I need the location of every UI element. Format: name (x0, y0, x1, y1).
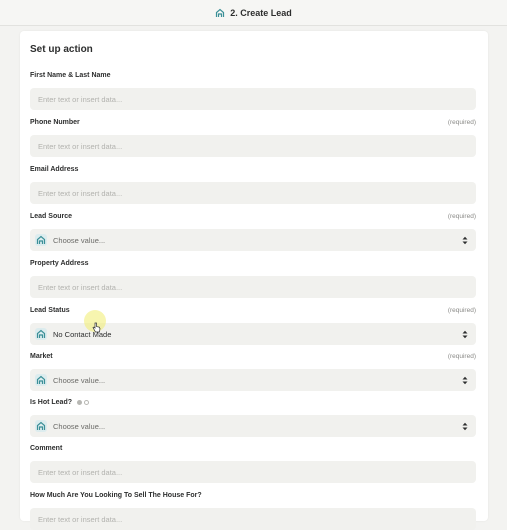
field-label: How Much Are You Looking To Sell The Hou… (30, 491, 202, 499)
field-comment: Comment Enter text or insert data... (30, 442, 476, 483)
chevron-up-down-icon (462, 236, 468, 245)
home-icon (35, 234, 47, 246)
is-hot-lead-select[interactable]: Choose value... (30, 415, 476, 437)
select-value: Choose value... (53, 235, 106, 245)
field-label: Market (30, 352, 53, 360)
step-header: 2. Create Lead (0, 0, 507, 26)
required-tag: (required) (447, 118, 476, 126)
field-label: Property Address (30, 259, 89, 267)
field-phone-number: Phone Number (required) Enter text or in… (30, 116, 476, 157)
dot-outline-icon (84, 399, 90, 405)
required-tag: (required) (447, 352, 476, 360)
field-label: Comment (30, 444, 63, 452)
field-hint-dots (77, 399, 91, 405)
home-icon (35, 328, 47, 340)
home-icon (215, 8, 225, 18)
dot-icon (77, 399, 83, 405)
asking-price-input[interactable]: Enter text or insert data... (30, 508, 476, 530)
field-asking-price: How Much Are You Looking To Sell The Hou… (30, 489, 476, 530)
field-label: Phone Number (30, 118, 80, 126)
required-tag: (required) (447, 212, 476, 220)
field-label: Lead Status (30, 306, 70, 314)
hand-cursor-icon (92, 320, 101, 338)
field-is-hot-lead: Is Hot Lead? Choose value... (30, 396, 476, 437)
property-address-input[interactable]: Enter text or insert data... (30, 276, 476, 298)
phone-number-input[interactable]: Enter text or insert data... (30, 135, 476, 157)
field-label: Lead Source (30, 212, 73, 220)
field-label: Email Address (30, 165, 79, 173)
step-title: 2. Create Lead (230, 7, 292, 18)
comment-input[interactable]: Enter text or insert data... (30, 461, 476, 483)
chevron-up-down-icon (462, 330, 468, 339)
home-icon (35, 420, 47, 432)
field-email-address: Email Address Enter text or insert data.… (30, 163, 476, 204)
field-label: First Name & Last Name (30, 71, 111, 79)
select-value: Choose value... (53, 375, 106, 385)
field-first-last-name: First Name & Last Name Enter text or ins… (30, 69, 476, 110)
lead-source-select[interactable]: Choose value... (30, 229, 476, 251)
home-icon (35, 374, 47, 386)
required-tag: (required) (447, 306, 476, 314)
market-select[interactable]: Choose value... (30, 369, 476, 391)
field-property-address: Property Address Enter text or insert da… (30, 257, 476, 298)
field-lead-source: Lead Source (required) Choose value... (30, 210, 476, 251)
chevron-up-down-icon (462, 422, 468, 431)
field-market: Market (required) Choose value... (30, 350, 476, 391)
select-value: No Contact Made (53, 329, 112, 339)
select-value: Choose value... (53, 421, 106, 431)
first-last-name-input[interactable]: Enter text or insert data... (30, 88, 476, 110)
email-address-input[interactable]: Enter text or insert data... (30, 182, 476, 204)
chevron-up-down-icon (462, 376, 468, 385)
field-label: Is Hot Lead? (30, 398, 73, 406)
field-label-row: Is Hot Lead? (30, 399, 91, 406)
section-title: Set up action (30, 44, 93, 55)
